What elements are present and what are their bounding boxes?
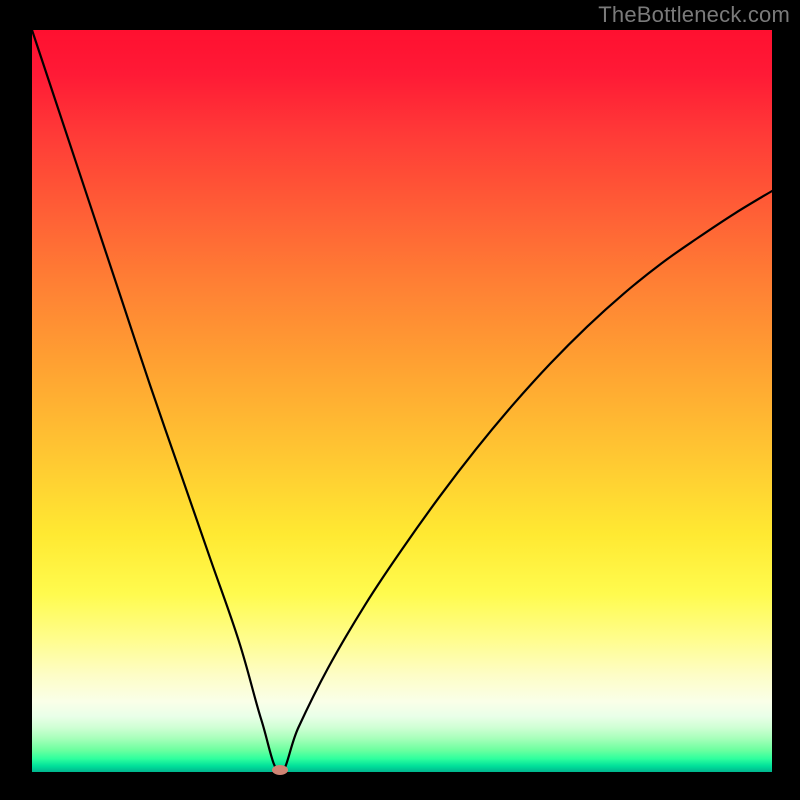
bottleneck-curve-svg [32, 30, 772, 772]
bottleneck-curve-path [32, 30, 772, 772]
watermark-text: TheBottleneck.com [598, 2, 790, 28]
chart-plot-area [32, 30, 772, 772]
optimum-marker [272, 765, 288, 775]
